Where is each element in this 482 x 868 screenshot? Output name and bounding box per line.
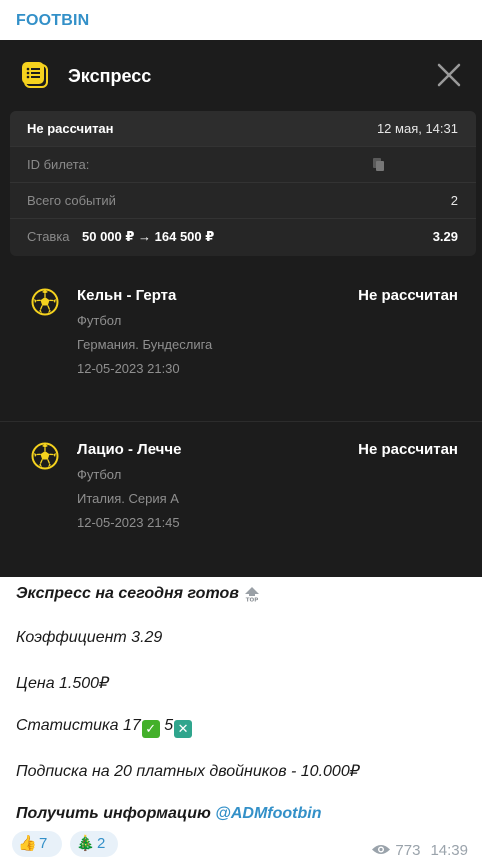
svg-text:TOP: TOP (246, 598, 258, 603)
total-odds: 3.29 (432, 229, 458, 244)
slip-info-box: Не рассчитан 12 мая, 14:31 ID билета: Вс… (10, 111, 476, 256)
event-league: Италия. Серия А (77, 491, 179, 506)
message-line-odds: Коэффициент 3.29 (16, 629, 163, 646)
stats-text: 5 (159, 717, 174, 734)
total-events-row: Всего событий 2 (10, 183, 476, 219)
event-datetime: 12-05-2023 21:30 (77, 361, 180, 376)
message-line-contact: Получить информацию @ADMfootbin (16, 805, 472, 823)
total-events-value: 2 (450, 193, 458, 208)
stake-row: Ставка 50 000 ₽ → 164 500 ₽ 3.29 (10, 219, 476, 256)
soccer-ball-icon (31, 288, 59, 316)
ticket-id-label: ID билета: (27, 157, 90, 172)
stake-label: Ставка (27, 229, 70, 244)
christmas-tree-icon: 🎄 (76, 835, 95, 852)
message-time: 14:39 (430, 842, 468, 859)
soccer-ball-icon (31, 442, 59, 470)
reaction-thumbs-up[interactable]: 👍 7 (12, 831, 62, 857)
view-count: 773 (395, 842, 421, 859)
message-line-ready: Экспресс на сегодня готов TOP (16, 585, 472, 603)
message-footer: 773 14:39 (371, 842, 468, 859)
copy-icon[interactable] (372, 157, 386, 173)
stake-amounts: 50 000 ₽ → 164 500 ₽ (82, 229, 215, 244)
reaction-christmas-tree[interactable]: 🎄 2 (70, 831, 118, 857)
slip-header: Экспресс (0, 40, 482, 110)
message-line-stats: Статистика 17 ✓ 5 ✕ (16, 717, 472, 738)
message-text: Экспресс на сегодня готов (16, 585, 239, 602)
stats-text: Статистика 17 (16, 717, 141, 734)
event-status: Не рассчитан (358, 287, 458, 304)
slip-status: Не рассчитан (27, 121, 114, 136)
reaction-count: 7 (39, 835, 48, 852)
slip-title: Экспресс (68, 66, 152, 86)
check-mark-icon: ✓ (141, 720, 160, 738)
event-item: Лацио - Лечче Не рассчитан Футбол Италия… (0, 424, 482, 564)
ticket-id-row: ID билета: (10, 147, 476, 183)
event-status: Не рассчитан (358, 441, 458, 458)
cross-mark-icon: ✕ (174, 720, 193, 738)
total-events-label: Всего событий (27, 193, 116, 208)
close-icon[interactable] (434, 60, 464, 90)
event-name: Лацио - Лечче (77, 441, 182, 458)
event-item: Кельн - Герта Не рассчитан Футбол Герман… (0, 270, 482, 410)
admin-mention-link[interactable]: @ADMfootbin (215, 805, 321, 822)
top-arrow-icon: TOP (244, 587, 259, 603)
event-sport: Футбол (77, 313, 122, 328)
bet-slip-image[interactable]: Экспресс Не рассчитан 12 мая, 14:31 ID б… (0, 40, 482, 577)
channel-name[interactable]: FOOTBIN (16, 12, 89, 30)
event-datetime: 12-05-2023 21:45 (77, 515, 180, 530)
message-card: FOOTBIN Экспресс Не рассчитан 12 мая, 14… (0, 0, 482, 868)
express-list-icon (22, 62, 48, 88)
event-league: Германия. Бундеслига (77, 337, 213, 352)
thumbs-up-icon: 👍 (18, 835, 37, 852)
reaction-count: 2 (97, 835, 106, 852)
event-divider (0, 421, 482, 422)
event-name: Кельн - Герта (77, 287, 177, 304)
message-line-subscription: Подписка на 20 платных двойников - 10.00… (16, 763, 360, 780)
slip-datetime: 12 мая, 14:31 (376, 121, 458, 136)
eye-icon (372, 845, 391, 854)
message-line-price: Цена 1.500₽ (16, 675, 110, 692)
event-sport: Футбол (77, 467, 122, 482)
status-row: Не рассчитан 12 мая, 14:31 (10, 111, 476, 147)
contact-text: Получить информацию (16, 805, 216, 822)
